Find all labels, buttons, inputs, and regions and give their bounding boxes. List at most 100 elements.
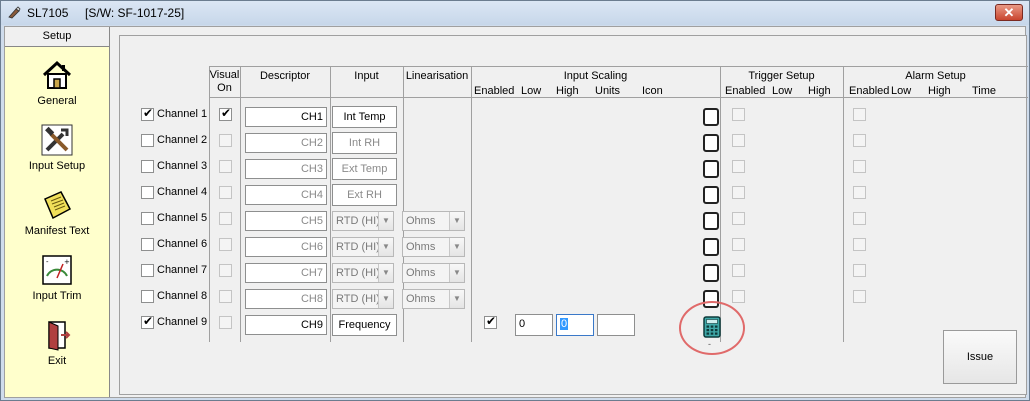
alarm-enable-checkbox[interactable] <box>853 160 866 173</box>
visual-on-checkbox[interactable]: ✔ <box>219 106 232 121</box>
scaling-units-input[interactable] <box>597 314 635 336</box>
grid-line <box>471 66 472 342</box>
alarm-enable-checkbox[interactable] <box>853 134 866 147</box>
header-trigger-high: High <box>808 85 831 97</box>
trigger-enable-checkbox[interactable] <box>732 186 745 199</box>
channel-enable-checkbox[interactable] <box>141 264 154 277</box>
input-type-button[interactable]: Ext RH <box>332 184 397 206</box>
sidebar-item-general[interactable]: General <box>5 59 109 121</box>
channel-enable-checkbox[interactable] <box>141 212 154 225</box>
select-value: Ohms <box>406 267 436 279</box>
exit-door-icon <box>48 321 71 351</box>
input-type-button[interactable]: Int Temp <box>332 106 397 128</box>
alarm-enable-checkbox[interactable] <box>853 238 866 251</box>
channel-label: Channel 9 <box>157 316 208 328</box>
check-mark-icon: ✔ <box>221 106 232 120</box>
alarm-enable-checkbox[interactable] <box>853 212 866 225</box>
scaling-icon-slot[interactable] <box>703 264 719 282</box>
input-type-button[interactable]: Frequency <box>332 314 397 336</box>
visual-on-checkbox[interactable] <box>219 238 232 251</box>
sidebar-item-input-trim[interactable]: - + Input Trim <box>5 254 109 316</box>
selected-text: 0 <box>560 318 569 330</box>
trigger-enable-checkbox[interactable] <box>732 134 745 147</box>
alarm-enable-checkbox[interactable] <box>853 264 866 277</box>
descriptor-input[interactable]: CH1 <box>245 107 327 127</box>
input-type-select[interactable]: RTD (HI) ▼ <box>332 263 394 283</box>
channel-enable-checkbox[interactable] <box>141 134 154 147</box>
input-type-button[interactable]: Ext Temp <box>332 158 397 180</box>
header-alarm-setup: Alarm Setup <box>905 70 966 82</box>
scaling-icon-slot[interactable] <box>703 160 719 178</box>
close-button[interactable]: ✕ <box>995 4 1023 21</box>
trigger-enable-checkbox[interactable] <box>732 290 745 303</box>
linearisation-select[interactable]: Ohms ▼ <box>402 289 465 309</box>
header-descriptor: Descriptor <box>259 70 311 82</box>
select-value: Ohms <box>406 293 436 305</box>
header-alarm-enabled: Enabled <box>849 85 890 97</box>
header-linearisation: Linearisation <box>405 70 469 82</box>
channel-enable-checkbox[interactable]: ✔ <box>141 314 154 329</box>
alarm-enable-checkbox[interactable] <box>853 290 866 303</box>
descriptor-input[interactable]: CH3 <box>245 159 327 179</box>
input-type-select[interactable]: RTD (HI) ▼ <box>332 237 394 257</box>
sidebar-item-input-setup[interactable]: Input Setup <box>5 124 109 186</box>
descriptor-input[interactable]: CH7 <box>245 263 327 283</box>
scaling-icon-slot[interactable] <box>703 108 719 126</box>
linearisation-select[interactable]: Ohms ▼ <box>402 237 465 257</box>
chevron-down-icon: ▼ <box>449 212 464 230</box>
note-icon <box>44 191 72 220</box>
channel-enable-checkbox[interactable] <box>141 186 154 199</box>
scaling-icon-slot[interactable] <box>703 186 719 204</box>
channel-label: Channel 5 <box>157 212 208 224</box>
input-setup-panel: Visual On Descriptor Input Linearisation… <box>119 35 1028 395</box>
trigger-enable-checkbox[interactable] <box>732 160 745 173</box>
descriptor-input[interactable]: CH9 <box>245 315 327 335</box>
alarm-enable-checkbox[interactable] <box>853 186 866 199</box>
descriptor-input[interactable]: CH2 <box>245 133 327 153</box>
visual-on-checkbox[interactable] <box>219 186 232 199</box>
visual-on-checkbox[interactable] <box>219 212 232 225</box>
scaling-enable-checkbox[interactable]: ✔ <box>484 314 497 329</box>
scaling-low-input[interactable]: 0 <box>515 314 553 336</box>
header-trigger-setup: Trigger Setup <box>748 70 815 82</box>
input-type-button[interactable]: Int RH <box>332 132 397 154</box>
client-area: Setup General Input Setup Manifest Text … <box>4 26 1028 398</box>
header-input-scaling: Input Scaling <box>563 70 628 82</box>
channel-enable-checkbox[interactable] <box>141 238 154 251</box>
scaling-icon-slot[interactable] <box>703 238 719 256</box>
descriptor-input[interactable]: CH6 <box>245 237 327 257</box>
descriptor-input[interactable]: CH4 <box>245 185 327 205</box>
linearisation-select[interactable]: Ohms ▼ <box>402 263 465 283</box>
channel-enable-checkbox[interactable] <box>141 160 154 173</box>
trigger-enable-checkbox[interactable] <box>732 212 745 225</box>
sidebar-item-manifest-text[interactable]: Manifest Text <box>5 189 109 251</box>
scaling-icon-slot[interactable] <box>703 212 719 230</box>
trigger-enable-checkbox[interactable] <box>732 264 745 277</box>
input-type-select[interactable]: RTD (HI) ▼ <box>332 211 394 231</box>
scaling-high-input[interactable]: 0 <box>556 314 594 336</box>
grid-line <box>209 66 210 342</box>
visual-on-checkbox[interactable] <box>219 316 232 329</box>
descriptor-input[interactable]: CH8 <box>245 289 327 309</box>
channel-enable-checkbox[interactable]: ✔ <box>141 106 154 121</box>
channel-enable-checkbox[interactable] <box>141 290 154 303</box>
header-visual-on-line2: On <box>217 82 232 94</box>
issue-button[interactable]: Issue <box>943 330 1017 384</box>
descriptor-input[interactable]: CH5 <box>245 211 327 231</box>
header-alarm-low: Low <box>891 85 912 97</box>
sidebar-item-exit[interactable]: Exit <box>5 319 109 381</box>
visual-on-checkbox[interactable] <box>219 290 232 303</box>
select-value: RTD (HI) <box>336 267 380 279</box>
visual-on-checkbox[interactable] <box>219 134 232 147</box>
sidebar-item-label: Manifest Text <box>24 225 90 237</box>
scaling-icon-slot[interactable] <box>703 134 719 152</box>
trigger-enable-checkbox[interactable] <box>732 238 745 251</box>
linearisation-select[interactable]: Ohms ▼ <box>402 211 465 231</box>
visual-on-checkbox[interactable] <box>219 264 232 277</box>
app-window: SL7105 [S/W: SF-1017-25] ✕ Setup General <box>0 0 1030 401</box>
visual-on-checkbox[interactable] <box>219 160 232 173</box>
channel-label: Channel 1 <box>157 108 208 120</box>
input-type-select[interactable]: RTD (HI) ▼ <box>332 289 394 309</box>
alarm-enable-checkbox[interactable] <box>853 108 866 121</box>
trigger-enable-checkbox[interactable] <box>732 108 745 121</box>
